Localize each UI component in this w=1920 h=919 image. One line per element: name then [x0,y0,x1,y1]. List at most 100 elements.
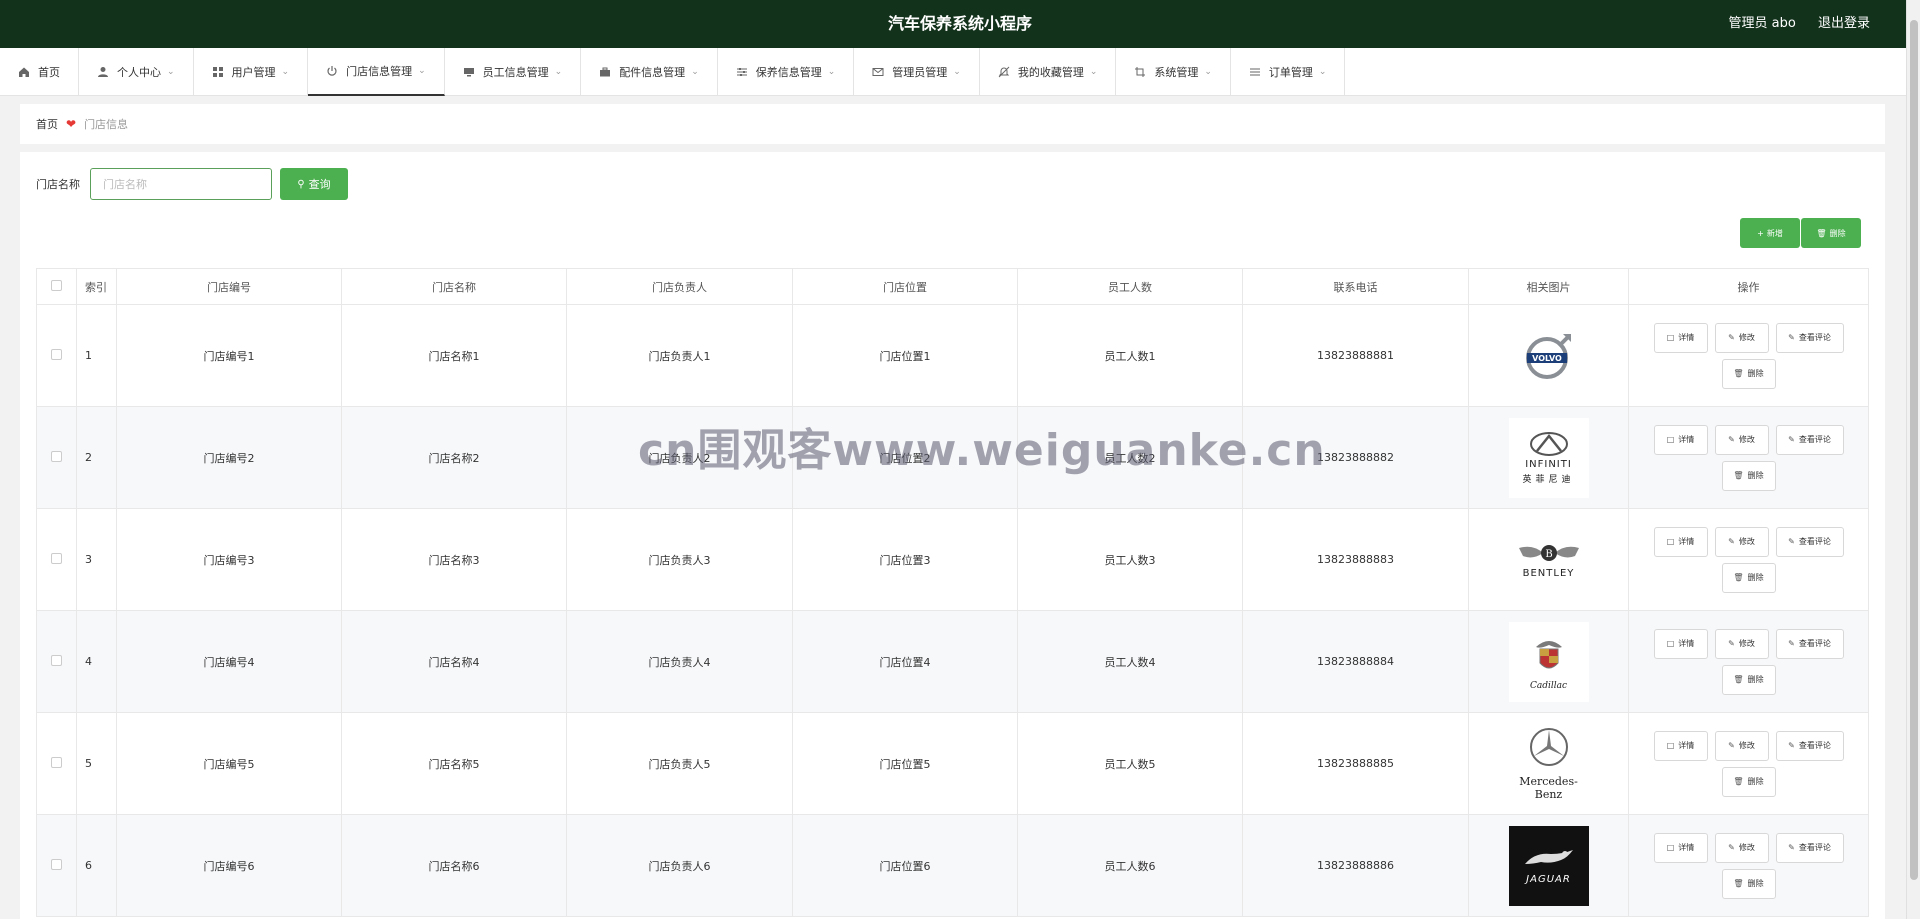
row-select-cell[interactable] [36,304,77,407]
row-checkbox[interactable] [51,756,62,768]
edit-button[interactable]: ✎ 修改 [1714,730,1769,761]
trash-icon: 🗑 [1733,369,1744,378]
chevron-down-icon: ⌄ [1089,67,1098,77]
view-comments-button[interactable]: ✎ 查看评论 [1775,832,1844,863]
select-all-cell[interactable] [36,268,77,305]
row-checkbox[interactable] [51,858,62,870]
cell-code: 门店编号3 [116,508,342,611]
scrollbar-thumb[interactable] [1910,20,1918,880]
nav-item-5[interactable]: 配件信息管理 ⌄ [581,48,718,96]
detail-button[interactable]: □ 详情 [1653,526,1708,557]
view-comments-button[interactable]: ✎ 查看评论 [1775,424,1844,455]
detail-button[interactable]: □ 详情 [1653,424,1708,455]
row-select-cell[interactable] [36,610,77,713]
grid-icon [212,66,224,78]
main-nav: 首页 个人中心 ⌄ 用户管理 ⌄ 门店信息管理 ⌄ 员工信息管理 ⌄ 配件信息管理 ⌄ 保养信息管理 ⌄… [0,48,1920,96]
detail-button-label: 详情 [1678,537,1695,546]
nav-item-6[interactable]: 保养信息管理 ⌄ [718,48,855,96]
nav-item-2[interactable]: 用户管理 ⌄ [194,48,309,96]
detail-button[interactable]: □ 详情 [1653,628,1708,659]
search-button-label: 查询 [308,178,331,191]
admin-user[interactable]: 管理员 abo [1729,16,1796,31]
delete-button[interactable]: 🗑 删除 [1721,562,1776,593]
detail-button[interactable]: □ 详情 [1653,322,1708,353]
col-name: 门店名称 [341,268,567,305]
chevron-down-icon: ⌄ [418,66,426,76]
logout-link[interactable]: 退出登录 [1818,16,1870,31]
detail-button[interactable]: □ 详情 [1653,730,1708,761]
delete-button[interactable]: 🗑 删除 [1721,766,1776,797]
file-icon: □ [1666,333,1675,342]
delete-button[interactable]: 🗑 删除 [1721,460,1776,491]
nav-item-3[interactable]: 门店信息管理 ⌄ [308,48,445,96]
crop-icon [1134,66,1146,78]
add-button-label: 新增 [1766,228,1783,238]
add-button[interactable]: + 新增 [1740,218,1800,248]
edit-icon: ✎ [1788,435,1795,444]
volvo-logo: VOLVO [1508,315,1589,396]
delete-button-label: 删除 [1747,369,1764,378]
nav-item-0[interactable]: 首页 [0,48,79,96]
row-select-cell[interactable] [36,406,77,509]
row-select-cell[interactable] [36,508,77,611]
view-comments-label: 查看评论 [1798,639,1831,648]
select-all-checkbox[interactable] [51,279,62,291]
volvo-logo-text: VOLVO [1532,354,1562,363]
row-checkbox[interactable] [51,450,62,462]
nav-item-label: 门店信息管理 [346,65,413,78]
cell-staff: 员工人数4 [1017,610,1243,713]
nav-item-1[interactable]: 个人中心 ⌄ [79,48,194,96]
row-checkbox[interactable] [51,552,62,564]
cell-phone: 13823888882 [1242,406,1469,509]
edit-button-label: 修改 [1738,639,1755,648]
cell-staff: 员工人数2 [1017,406,1243,509]
cadillac-logo: Cadillac [1508,621,1589,702]
view-comments-button[interactable]: ✎ 查看评论 [1775,526,1844,557]
search-button[interactable]: ⚲ 查询 [280,168,348,200]
row-select-cell[interactable] [36,814,77,917]
edit-button[interactable]: ✎ 修改 [1714,322,1769,353]
cell-code: 门店编号5 [116,712,342,815]
cell-actions: □ 详情 ✎ 修改 ✎ 查看评论 🗑 删除 [1628,814,1869,917]
cell-actions: □ 详情 ✎ 修改 ✎ 查看评论 🗑 删除 [1628,712,1869,815]
view-comments-button[interactable]: ✎ 查看评论 [1775,322,1844,353]
cell-staff: 员工人数5 [1017,712,1243,815]
edit-icon: ✎ [1788,537,1795,546]
col-image: 相关图片 [1468,268,1629,305]
row-checkbox[interactable] [51,654,62,666]
page-scrollbar[interactable] [1906,0,1920,919]
edit-button[interactable]: ✎ 修改 [1714,424,1769,455]
user-icon [97,66,109,78]
delete-button[interactable]: 🗑 删除 [1721,868,1776,899]
edit-icon: ✎ [1728,537,1735,546]
nav-item-label: 用户管理 [231,66,276,79]
detail-button[interactable]: □ 详情 [1653,832,1708,863]
nav-item-7[interactable]: 管理员管理 ⌄ [854,48,980,96]
view-comments-button[interactable]: ✎ 查看评论 [1775,730,1844,761]
edit-button[interactable]: ✎ 修改 [1714,628,1769,659]
cell-index: 3 [76,508,117,611]
cell-image: VOLVO [1468,304,1629,407]
edit-button[interactable]: ✎ 修改 [1714,832,1769,863]
search-label: 门店名称 [36,178,80,191]
nav-item-10[interactable]: 订单管理 ⌄ [1231,48,1346,96]
delete-button[interactable]: 🗑 删除 [1721,358,1776,389]
edit-button-label: 修改 [1738,843,1755,852]
edit-button[interactable]: ✎ 修改 [1714,526,1769,557]
nav-item-4[interactable]: 员工信息管理 ⌄ [445,48,582,96]
nav-item-9[interactable]: 系统管理 ⌄ [1116,48,1231,96]
trash-icon: 🗑 [1733,675,1744,684]
row-checkbox[interactable] [51,348,62,360]
cell-phone: 13823888885 [1242,712,1469,815]
store-name-input[interactable] [90,168,272,200]
batch-delete-button[interactable]: 🗑 删除 [1801,218,1861,248]
nav-item-8[interactable]: 我的收藏管理 ⌄ [980,48,1117,96]
delete-button[interactable]: 🗑 删除 [1721,664,1776,695]
breadcrumb-current: 门店信息 [84,118,129,131]
col-actions: 操作 [1628,268,1869,305]
breadcrumb-home[interactable]: 首页 [36,116,58,132]
row-select-cell[interactable] [36,712,77,815]
cell-phone: 13823888883 [1242,508,1469,611]
cell-staff: 员工人数3 [1017,508,1243,611]
view-comments-button[interactable]: ✎ 查看评论 [1775,628,1844,659]
